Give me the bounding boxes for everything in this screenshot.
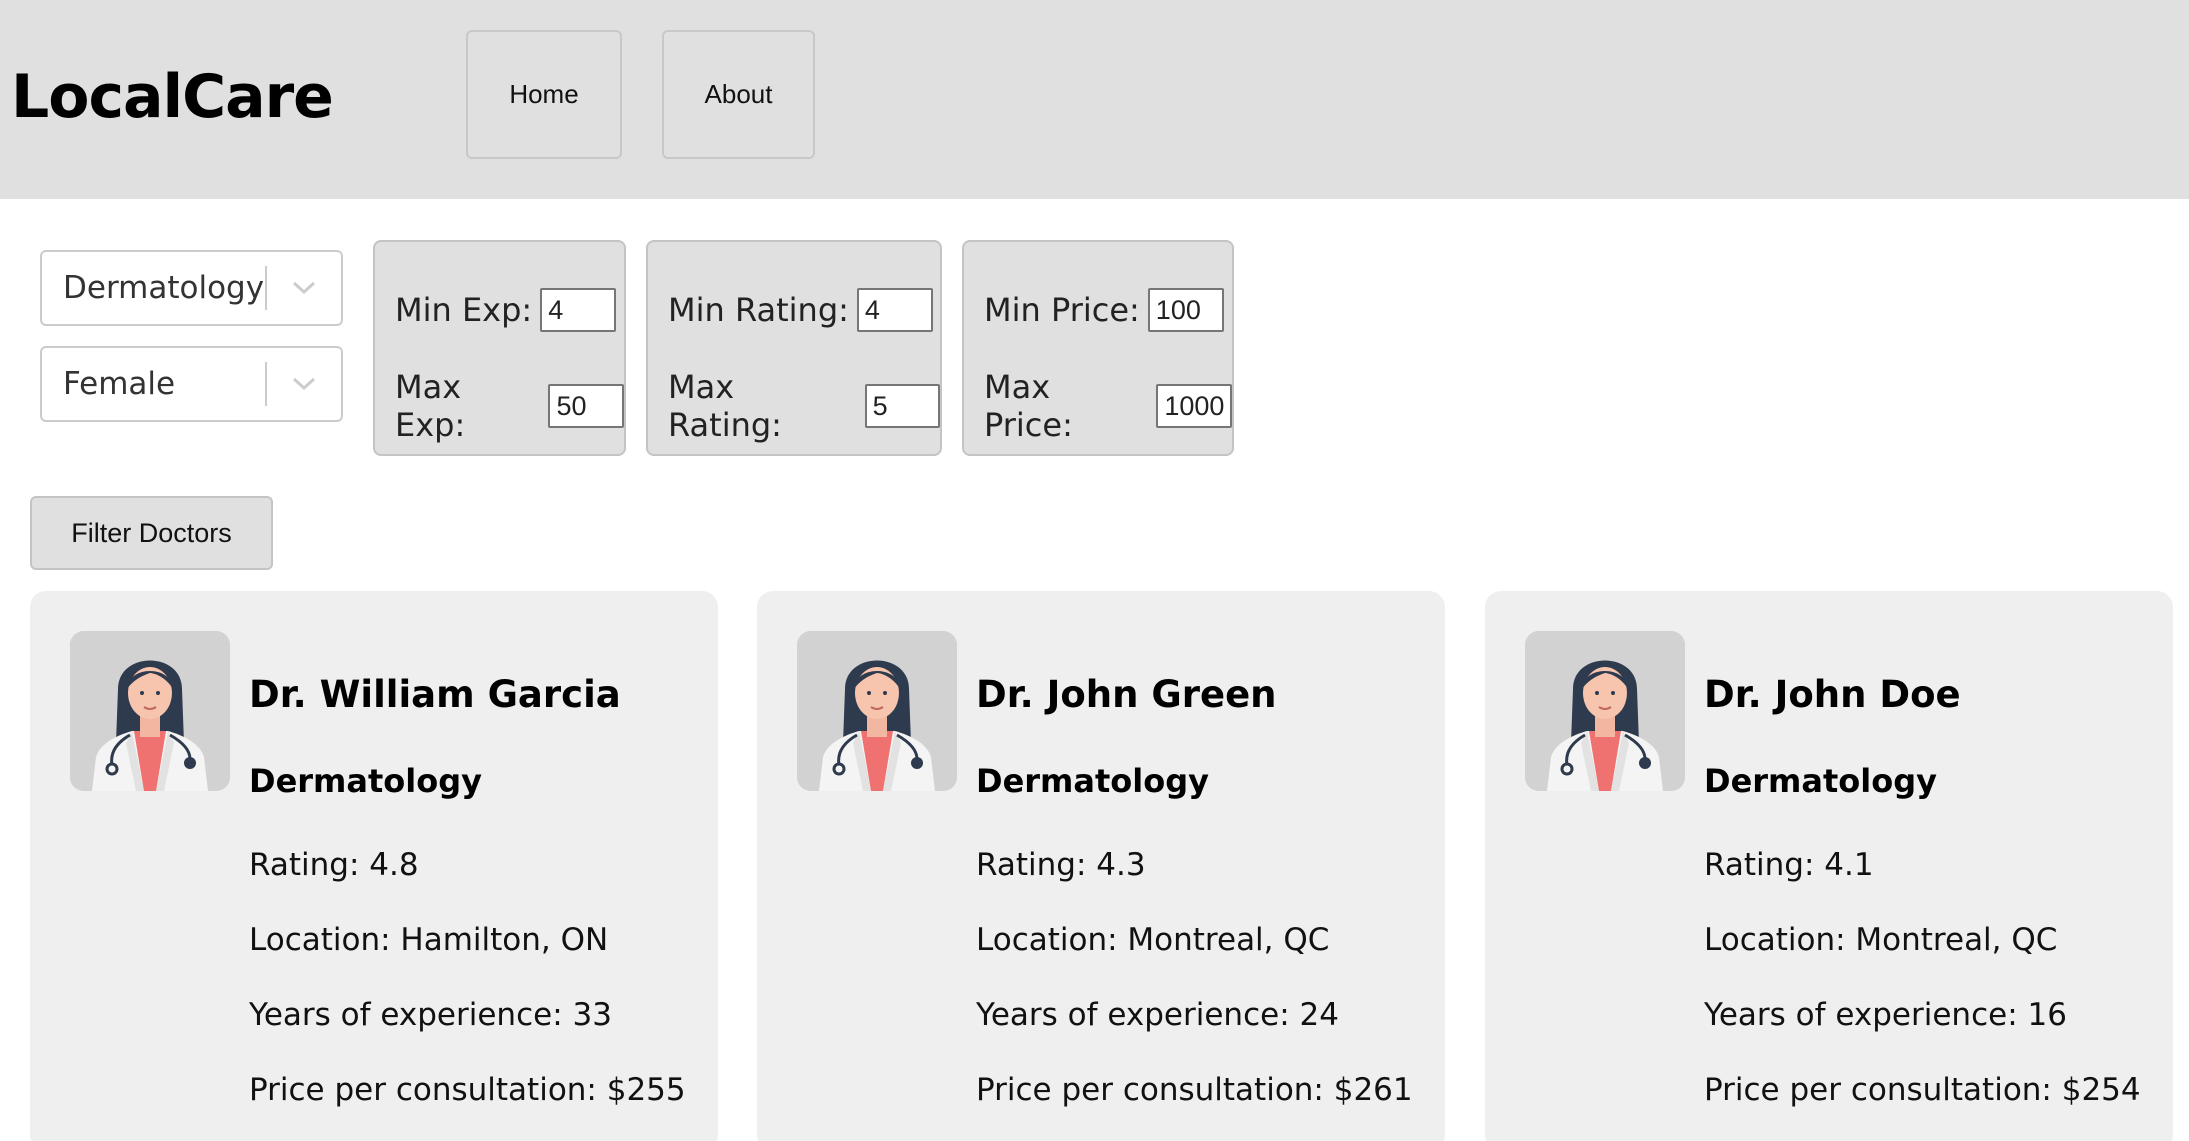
doctor-name: Dr. John Doe [1704,673,1961,716]
gender-select[interactable]: Female [40,346,343,422]
chevron-down-icon[interactable] [267,376,341,392]
doctor-location: Location: Montreal, QC [976,922,1330,958]
min-rating-label: Min Rating: [668,291,849,329]
doctor-specialty: Dermatology [249,762,482,800]
doctor-card[interactable]: Dr. William Garcia Dermatology Rating: 4… [30,591,718,1141]
nav-about-button[interactable]: About [662,30,815,159]
max-price-label: Max Price: [984,368,1073,444]
doctor-rating: Rating: 4.8 [249,847,419,883]
doctor-avatar-icon [1525,631,1685,791]
doctor-price: Price per consultation: $254 [1704,1072,2141,1108]
price-filter-box: Min Price: 100 Max Price: 1000 [962,240,1234,456]
max-rating-input[interactable]: 5 [864,384,940,428]
min-rating-input[interactable]: 4 [856,288,933,332]
min-rating-row: Min Rating: 4 [668,288,933,332]
max-rating-label: Max Rating: [668,368,782,444]
specialty-select-value: Dermatology [63,270,265,306]
doctor-specialty: Dermatology [1704,762,1937,800]
rating-filter-box: Min Rating: 4 Max Rating: 5 [646,240,942,456]
filter-doctors-button[interactable]: Filter Doctors [30,496,273,570]
doctor-experience: Years of experience: 33 [249,997,612,1033]
nav-home-button[interactable]: Home [466,30,622,159]
max-price-row: Max Price: 1000 [984,368,1232,444]
min-price-label: Min Price: [984,291,1140,329]
min-exp-row: Min Exp: 4 [395,288,617,332]
max-exp-input[interactable]: 50 [548,384,624,428]
max-rating-row: Max Rating: 5 [668,368,940,444]
min-exp-label: Min Exp: [395,291,533,329]
max-exp-label: Max Exp: [395,368,466,444]
doctor-specialty: Dermatology [976,762,1209,800]
doctor-price: Price per consultation: $261 [976,1072,1413,1108]
doctor-experience: Years of experience: 16 [1704,997,2067,1033]
doctor-card[interactable]: Dr. John Doe Dermatology Rating: 4.1 Loc… [1485,591,2173,1141]
specialty-select[interactable]: Dermatology [40,250,343,326]
experience-filter-box: Min Exp: 4 Max Exp: 50 [373,240,626,456]
min-exp-input[interactable]: 4 [540,288,617,332]
doctor-card[interactable]: Dr. John Green Dermatology Rating: 4.3 L… [757,591,1445,1141]
chevron-down-icon[interactable] [267,280,341,296]
doctor-rating: Rating: 4.1 [1704,847,1874,883]
top-header: LocalCare Home About [0,0,2189,199]
doctor-experience: Years of experience: 24 [976,997,1339,1033]
gender-select-value: Female [63,366,176,402]
max-price-input[interactable]: 1000 [1156,384,1232,428]
doctor-avatar-icon [70,631,230,791]
doctor-name: Dr. John Green [976,673,1277,716]
doctor-location: Location: Hamilton, ON [249,922,609,958]
doctor-avatar-icon [797,631,957,791]
max-exp-row: Max Exp: 50 [395,368,624,444]
min-price-input[interactable]: 100 [1147,288,1224,332]
doctor-price: Price per consultation: $255 [249,1072,686,1108]
doctor-location: Location: Montreal, QC [1704,922,2058,958]
app-logo: LocalCare [11,62,334,132]
doctor-name: Dr. William Garcia [249,673,621,716]
doctor-rating: Rating: 4.3 [976,847,1146,883]
min-price-row: Min Price: 100 [984,288,1224,332]
